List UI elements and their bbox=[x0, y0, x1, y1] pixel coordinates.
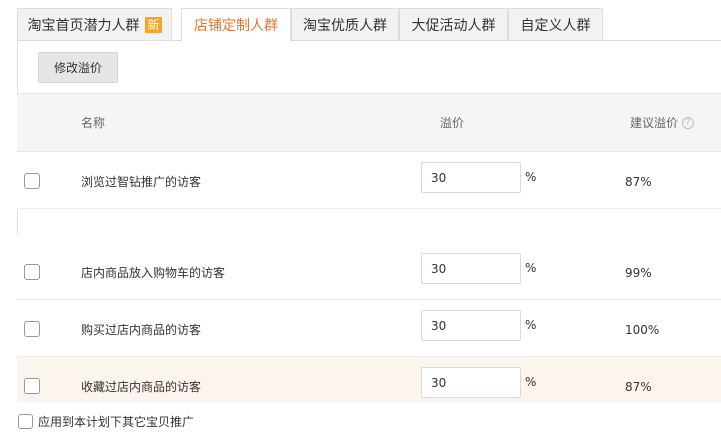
row-checkbox[interactable] bbox=[24, 378, 40, 394]
modify-premium-button[interactable]: 修改溢价 bbox=[38, 52, 118, 83]
table-row: 收藏过店内商品的访客 % 87% bbox=[17, 357, 721, 402]
percent-unit: % bbox=[525, 170, 537, 184]
percent-unit: % bbox=[525, 318, 537, 332]
apply-to-others-checkbox[interactable] bbox=[18, 414, 33, 429]
suggested-premium: 99% bbox=[625, 266, 652, 280]
premium-input[interactable] bbox=[421, 253, 521, 284]
tab-bar: 淘宝首页潜力人群 新 店铺定制人群 淘宝优质人群 大促活动人群 自定义人群 bbox=[17, 8, 721, 42]
percent-unit: % bbox=[525, 261, 537, 275]
tab-promotion[interactable]: 大促活动人群 bbox=[399, 8, 508, 41]
premium-input[interactable] bbox=[421, 162, 521, 193]
tab-label: 店铺定制人群 bbox=[194, 18, 278, 34]
tab-taobao-quality[interactable]: 淘宝优质人群 bbox=[291, 8, 399, 41]
suggested-premium: 100% bbox=[625, 323, 660, 337]
tab-label: 淘宝优质人群 bbox=[303, 17, 387, 34]
crowd-name: 店内商品放入购物车的访客 bbox=[81, 266, 226, 280]
help-icon[interactable]: ? bbox=[682, 116, 695, 129]
premium-input[interactable] bbox=[421, 310, 521, 341]
row-checkbox[interactable] bbox=[24, 264, 40, 280]
suggested-premium: 87% bbox=[625, 380, 652, 394]
tab-label: 淘宝首页潜力人群 bbox=[27, 17, 140, 34]
row-checkbox[interactable] bbox=[24, 321, 40, 337]
header-suggested: 建议溢价 ? bbox=[630, 94, 695, 151]
table-header: 名称 溢价 建议溢价 ? bbox=[17, 93, 721, 152]
header-name: 名称 bbox=[81, 116, 106, 130]
percent-unit: % bbox=[525, 375, 537, 389]
tab-taobao-home-potential[interactable]: 淘宝首页潜力人群 新 bbox=[17, 8, 172, 41]
crowd-name: 购买过店内商品的访客 bbox=[81, 323, 202, 337]
tab-store-custom[interactable]: 店铺定制人群 bbox=[181, 8, 291, 42]
header-suggested-label: 建议溢价 bbox=[630, 116, 679, 130]
new-badge: 新 bbox=[145, 16, 162, 33]
table-row: 购买过店内商品的访客 % 100% bbox=[17, 300, 721, 357]
suggested-premium: 87% bbox=[625, 175, 652, 189]
apply-to-others-label: 应用到本计划下其它宝贝推广 bbox=[38, 415, 195, 429]
divider bbox=[0, 236, 721, 242]
table-row: 店内商品放入购物车的访客 % 99% bbox=[17, 243, 721, 300]
crowd-name: 收藏过店内商品的访客 bbox=[81, 380, 202, 394]
header-premium: 溢价 bbox=[440, 116, 465, 130]
row-checkbox[interactable] bbox=[24, 173, 40, 189]
tab-custom[interactable]: 自定义人群 bbox=[508, 8, 603, 41]
modify-premium-label: 修改溢价 bbox=[53, 61, 102, 75]
premium-input[interactable] bbox=[421, 367, 521, 398]
crowd-name: 浏览过智钻推广的访客 bbox=[81, 175, 202, 189]
tab-label: 大促活动人群 bbox=[411, 17, 496, 34]
table-row: 浏览过智钻推广的访客 % 87% bbox=[17, 152, 721, 209]
tab-label: 自定义人群 bbox=[520, 17, 591, 34]
